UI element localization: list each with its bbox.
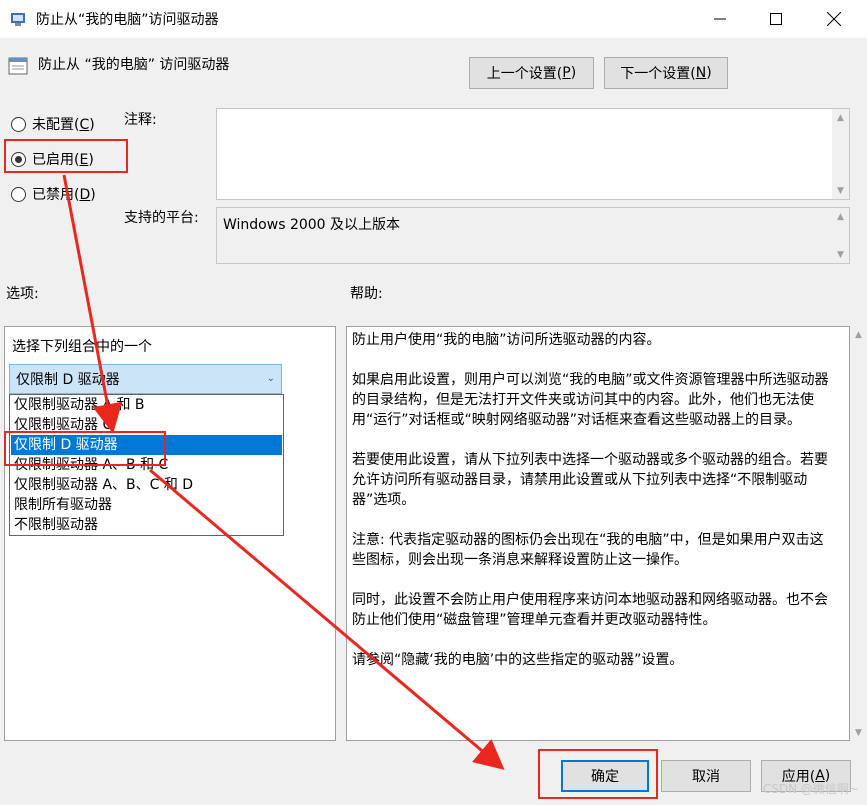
annotation-arrow-1 [62,174,123,434]
watermark: CSDN @微信啊~ [762,782,859,796]
annotation-arrows [62,174,505,770]
annotation-arrow-2 [149,468,505,770]
